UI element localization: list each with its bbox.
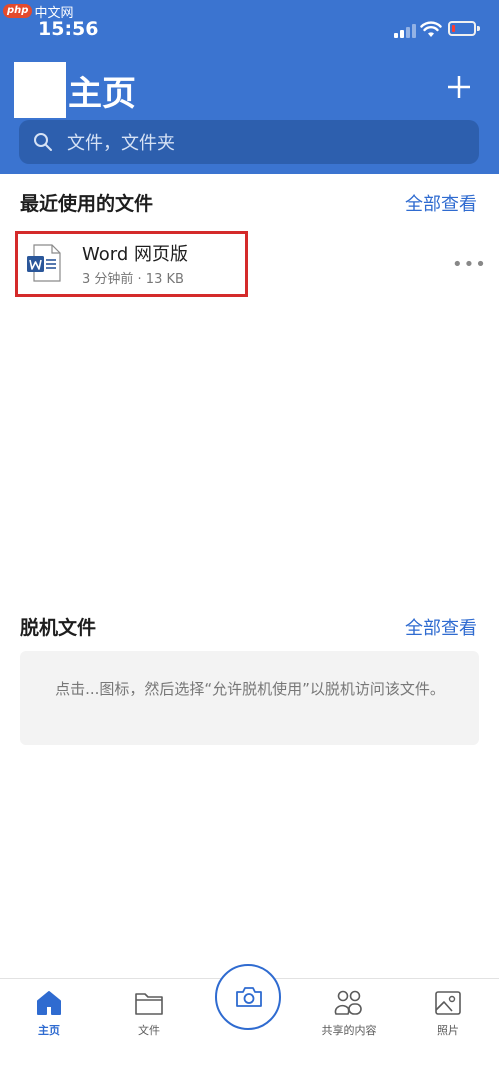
recent-view-all-link[interactable]: 全部查看 (405, 190, 477, 216)
watermark: php 中文网 (3, 3, 73, 21)
tab-files-label: 文件 (138, 1024, 160, 1037)
battery-icon (448, 21, 476, 36)
battery-tip (477, 26, 480, 31)
add-icon[interactable] (444, 72, 474, 102)
avatar[interactable] (14, 62, 66, 118)
camera-button[interactable] (215, 964, 281, 1030)
page-title: 主页 (68, 74, 136, 114)
photo-icon (435, 991, 461, 1015)
search-bar[interactable]: 文件，文件夹 (19, 120, 479, 164)
file-name: Word 网页版 (82, 244, 188, 265)
word-doc-icon (27, 244, 61, 282)
folder-icon (135, 993, 163, 1015)
camera-icon (236, 987, 262, 1007)
home-icon (37, 991, 61, 1015)
search-placeholder: 文件，文件夹 (67, 133, 175, 154)
offline-view-all-link[interactable]: 全部查看 (405, 614, 477, 640)
wifi-icon (420, 21, 442, 37)
people-icon (334, 990, 362, 1015)
watermark-badge: php (3, 4, 33, 18)
tab-home-label: 主页 (38, 1024, 60, 1037)
tab-shared[interactable]: 共享的内容 (309, 990, 389, 1038)
offline-hint-text: 点击...图标，然后选择“允许脱机使用”以脱机访问该文件。 (55, 680, 445, 698)
tab-files[interactable]: 文件 (109, 990, 189, 1038)
file-meta: 3 分钟前 · 13 KB (82, 272, 184, 287)
offline-files-title: 脱机文件 (20, 617, 97, 639)
recent-files-title: 最近使用的文件 (20, 193, 154, 215)
status-bar: php 中文网 15:56 (0, 0, 499, 56)
status-time: 15:56 (38, 18, 99, 40)
tab-photos-label: 照片 (437, 1024, 459, 1037)
search-icon (34, 133, 52, 151)
more-options-icon[interactable]: ••• (452, 254, 487, 275)
tab-photos[interactable]: 照片 (408, 990, 488, 1038)
signal-icon (394, 24, 418, 38)
tab-shared-label: 共享的内容 (321, 1024, 377, 1037)
tab-home[interactable]: 主页 (9, 990, 89, 1038)
